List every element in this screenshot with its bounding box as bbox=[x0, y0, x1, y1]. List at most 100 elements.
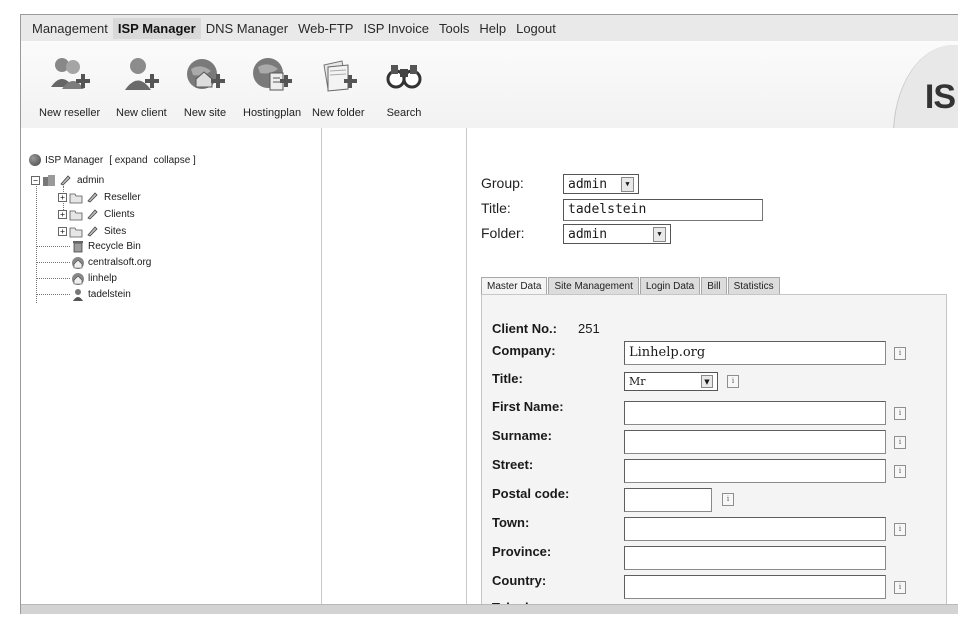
hostingplan-label: Hostingplan bbox=[243, 107, 302, 119]
tree-node-tadelstein[interactable]: tadelstein bbox=[71, 287, 131, 301]
new-reseller-label: New reseller bbox=[39, 107, 101, 119]
tree-node-admin[interactable]: − admin bbox=[31, 173, 104, 187]
tree-tadelstein-label: tadelstein bbox=[88, 288, 131, 300]
main-panel: Group: admin ▼ Title: tadelstein Folder:… bbox=[466, 128, 958, 614]
salutation-select[interactable]: Mr ▼ bbox=[624, 372, 718, 391]
new-site-label: New site bbox=[183, 107, 227, 119]
province-input[interactable] bbox=[624, 546, 886, 570]
title-label: Title: bbox=[481, 200, 511, 216]
tree-linhelp-label: linhelp bbox=[88, 272, 117, 284]
site-globe-icon bbox=[71, 272, 85, 285]
recycle-bin-icon bbox=[71, 240, 85, 253]
menu-isp-invoice[interactable]: ISP Invoice bbox=[358, 18, 434, 39]
info-icon[interactable]: i bbox=[894, 347, 906, 360]
menu-tools[interactable]: Tools bbox=[434, 18, 474, 39]
expand-toggle[interactable]: + bbox=[58, 209, 67, 219]
company-label: Company: bbox=[492, 343, 556, 358]
new-folder-icon bbox=[316, 55, 360, 95]
tree-centralsoft-label: centralsoft.org bbox=[88, 256, 152, 268]
menu-logout[interactable]: Logout bbox=[511, 18, 561, 39]
first-name-input[interactable] bbox=[624, 401, 886, 425]
client-no-value: 251 bbox=[578, 321, 600, 336]
logo-text: IS bbox=[924, 78, 956, 116]
country-input[interactable] bbox=[624, 575, 886, 599]
pencil-icon[interactable] bbox=[86, 191, 98, 203]
town-input[interactable] bbox=[624, 517, 886, 541]
menu-management[interactable]: Management bbox=[27, 18, 113, 39]
street-input[interactable] bbox=[624, 459, 886, 483]
tree-recycle-bin-label: Recycle Bin bbox=[88, 240, 141, 252]
menu-bar: Management ISP Manager DNS Manager Web-F… bbox=[21, 15, 958, 41]
menu-help[interactable]: Help bbox=[474, 18, 511, 39]
hostingplan-button[interactable]: Hostingplan bbox=[243, 55, 301, 119]
street-label: Street: bbox=[492, 457, 534, 472]
folder-label: Folder: bbox=[481, 225, 525, 241]
tree-node-sites[interactable]: + Sites bbox=[58, 224, 126, 238]
menu-web-ftp[interactable]: Web-FTP bbox=[293, 18, 358, 39]
pencil-icon[interactable] bbox=[86, 225, 98, 237]
user-icon bbox=[71, 288, 85, 301]
surname-input[interactable] bbox=[624, 430, 886, 454]
title-salutation-label: Title: bbox=[492, 371, 523, 386]
tree-reseller-label: Reseller bbox=[104, 191, 141, 203]
app-window: Management ISP Manager DNS Manager Web-F… bbox=[20, 14, 958, 614]
salutation-select-value: Mr bbox=[629, 375, 646, 388]
folder-icon bbox=[69, 225, 83, 238]
tab-bill[interactable]: Bill bbox=[701, 277, 727, 295]
group-label: Group: bbox=[481, 175, 524, 191]
tab-site-management[interactable]: Site Management bbox=[548, 277, 639, 295]
tree-node-centralsoft[interactable]: centralsoft.org bbox=[71, 255, 151, 269]
tree-admin-label: admin bbox=[77, 174, 105, 186]
tab-login-data[interactable]: Login Data bbox=[639, 277, 701, 295]
tree-node-linhelp[interactable]: linhelp bbox=[71, 271, 117, 285]
site-globe-icon bbox=[71, 256, 85, 269]
menu-isp-manager[interactable]: ISP Manager bbox=[112, 17, 201, 39]
new-folder-button[interactable]: New folder bbox=[312, 55, 365, 119]
info-icon[interactable]: i bbox=[894, 465, 906, 478]
info-icon[interactable]: i bbox=[894, 523, 906, 536]
tree-node-reseller[interactable]: + Reseller bbox=[58, 190, 141, 204]
tree-root-label[interactable]: ISP Manager bbox=[45, 155, 103, 166]
pencil-icon[interactable] bbox=[86, 208, 98, 220]
toolbar: New reseller New client New site Hosting… bbox=[21, 41, 958, 139]
tree-node-recycle-bin[interactable]: Recycle Bin bbox=[71, 239, 141, 253]
menu-dns-manager[interactable]: DNS Manager bbox=[201, 18, 293, 39]
title-input[interactable]: tadelstein bbox=[563, 199, 763, 221]
pencil-icon[interactable] bbox=[59, 174, 71, 186]
company-input[interactable]: Linhelp.org bbox=[624, 341, 886, 365]
expand-toggle[interactable]: + bbox=[58, 226, 67, 236]
new-site-icon bbox=[183, 55, 227, 95]
tab-master-data[interactable]: Master Data bbox=[481, 277, 548, 295]
first-name-label: First Name: bbox=[492, 399, 564, 414]
new-client-label: New client bbox=[116, 107, 167, 119]
tab-bar: Master Data Site Management Login Data B… bbox=[481, 277, 781, 295]
info-icon[interactable]: i bbox=[722, 493, 734, 506]
info-icon[interactable]: i bbox=[727, 375, 739, 388]
postal-code-input[interactable] bbox=[624, 488, 712, 512]
new-client-button[interactable]: New client bbox=[116, 55, 167, 119]
info-icon[interactable]: i bbox=[894, 407, 906, 420]
tree-node-clients[interactable]: + Clients bbox=[58, 207, 135, 221]
binoculars-icon bbox=[382, 55, 426, 95]
chevron-down-icon: ▼ bbox=[621, 176, 634, 192]
folder-select-value: admin bbox=[568, 226, 608, 242]
tree-collapse-link[interactable]: collapse bbox=[154, 155, 191, 166]
globe-icon bbox=[29, 154, 41, 166]
tab-statistics[interactable]: Statistics bbox=[727, 277, 780, 295]
new-reseller-button[interactable]: New reseller bbox=[39, 55, 100, 119]
surname-label: Surname: bbox=[492, 428, 552, 443]
collapse-toggle[interactable]: − bbox=[31, 175, 40, 185]
info-icon[interactable]: i bbox=[894, 436, 906, 449]
new-site-button[interactable]: New site bbox=[183, 55, 227, 119]
search-button[interactable]: Search bbox=[382, 55, 426, 119]
tree-sites-label: Sites bbox=[104, 225, 127, 237]
folder-select[interactable]: admin ▼ bbox=[563, 224, 671, 244]
group-select[interactable]: admin ▼ bbox=[563, 174, 639, 194]
group-select-value: admin bbox=[568, 176, 608, 192]
info-icon[interactable]: i bbox=[894, 581, 906, 594]
expand-toggle[interactable]: + bbox=[58, 192, 67, 202]
tree-expand-link[interactable]: expand bbox=[115, 155, 148, 166]
new-client-icon bbox=[119, 55, 163, 95]
chevron-down-icon: ▼ bbox=[653, 226, 666, 242]
tree-panel: ISP Manager [ expand collapse ] − admin … bbox=[21, 128, 321, 608]
